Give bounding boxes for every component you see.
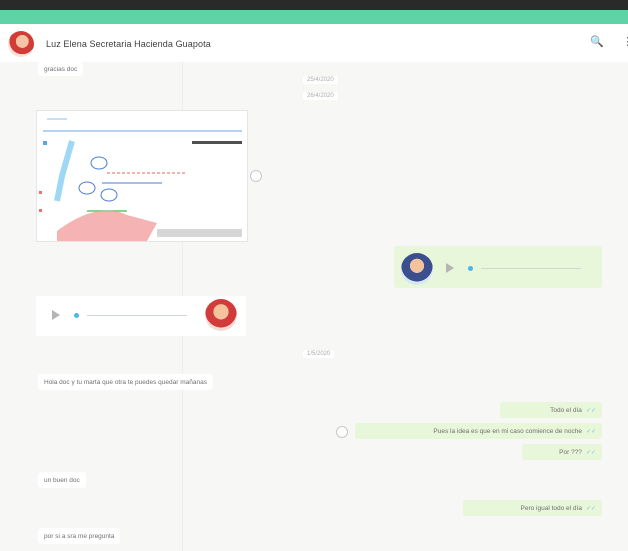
message-text: Por ??? (559, 448, 582, 456)
date-separator: 1/5/2020 (303, 350, 335, 358)
read-check-icon: ✓✓ (585, 428, 596, 435)
message-text: gracias doc (44, 65, 78, 73)
audio-track[interactable] (481, 267, 581, 269)
message-text: Pues la idea es que en mi caso comience … (433, 427, 582, 435)
audio-track[interactable] (87, 314, 187, 316)
select-message-radio[interactable] (336, 426, 348, 438)
message-text: un buen doc (44, 476, 80, 484)
sender-avatar (401, 253, 433, 285)
audio-player[interactable] (446, 263, 581, 273)
read-check-icon: ✓✓ (585, 505, 596, 512)
contact-avatar[interactable] (8, 31, 34, 57)
image-content (37, 111, 247, 241)
message-bubble-out[interactable]: Todo el día ✓✓ (500, 402, 602, 418)
audio-progress-dot[interactable] (468, 265, 473, 271)
contact-name[interactable]: Luz Elena Secretaria Hacienda Guapota (46, 39, 211, 49)
forward-radio[interactable] (250, 170, 262, 182)
search-icon[interactable]: 🔍 (590, 35, 604, 48)
read-check-icon: ✓✓ (585, 407, 596, 414)
date-separator: 26/4/2020 (303, 92, 338, 100)
play-icon[interactable] (52, 310, 60, 320)
audio-progress-dot[interactable] (74, 312, 79, 318)
audio-player[interactable] (52, 310, 187, 320)
menu-icon[interactable]: ⋮ (622, 35, 628, 48)
message-bubble-in[interactable]: gracias doc (38, 62, 84, 76)
image-message[interactable] (36, 110, 248, 242)
message-text: Pero igual todo el día (520, 504, 582, 512)
accent-bar (0, 10, 628, 24)
sender-avatar (205, 299, 237, 331)
date-separator: 25/4/2020 (303, 76, 338, 84)
message-text: Todo el día (550, 406, 582, 414)
message-text: Hola doc y tu marta que otra te puedes q… (44, 378, 207, 386)
message-bubble-in[interactable]: un buen doc (38, 472, 86, 488)
read-check-icon: ✓✓ (585, 449, 596, 456)
message-bubble-out[interactable]: Por ??? ✓✓ (522, 444, 602, 460)
message-bubble-in[interactable]: por si a sra me pregunta (38, 528, 121, 544)
message-bubble-out[interactable]: Pues la idea es que en mi caso comience … (355, 423, 602, 439)
message-bubble-in[interactable]: Hola doc y tu marta que otra te puedes q… (38, 374, 213, 390)
play-icon[interactable] (446, 263, 454, 273)
message-bubble-out[interactable]: Pero igual todo el día ✓✓ (463, 500, 602, 516)
message-text: por si a sra me pregunta (44, 532, 115, 540)
top-dark-bar (0, 0, 628, 10)
